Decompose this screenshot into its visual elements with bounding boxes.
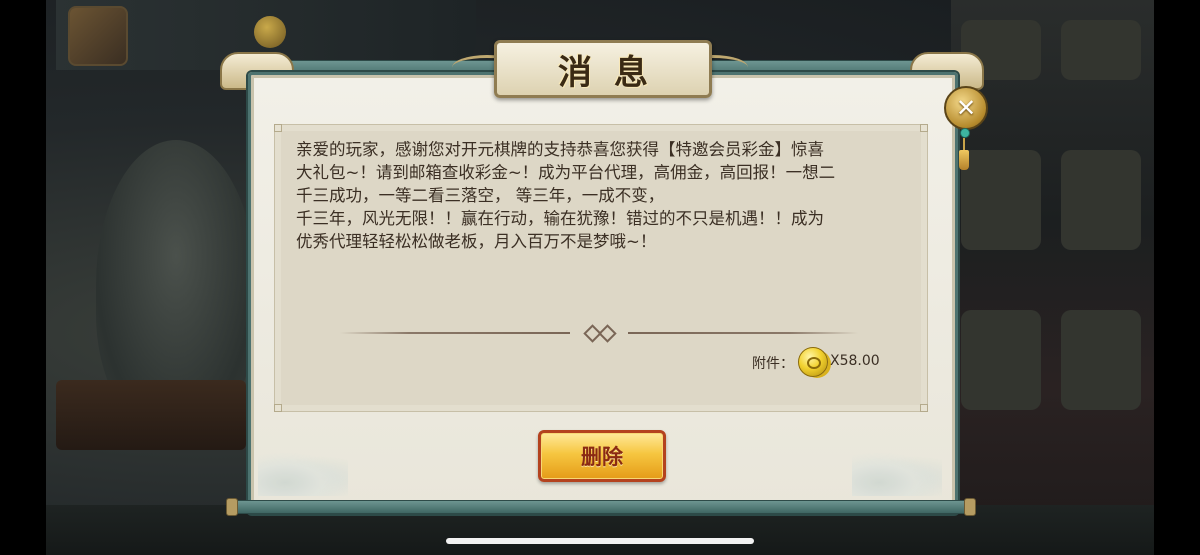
title-plaque: 消息 <box>494 40 712 98</box>
gold-coin-icon <box>798 347 828 377</box>
attachment-amount: X58.00 <box>830 353 880 369</box>
background-coin-icon <box>254 16 286 48</box>
background-tile <box>961 310 1041 410</box>
close-button[interactable]: ✕ <box>944 86 988 130</box>
dialog-title: 消息 <box>558 52 670 93</box>
cloud-ornament-left <box>258 452 348 496</box>
scroll-rod-end-right <box>964 498 976 516</box>
delete-button[interactable]: 删除 <box>538 430 666 482</box>
background-tile <box>1061 310 1141 410</box>
attachment-label: 附件： <box>752 356 794 372</box>
background-tile <box>961 150 1041 250</box>
dialog-frame-bottom <box>230 500 972 514</box>
home-indicator[interactable] <box>446 538 754 544</box>
background-avatar <box>68 6 128 66</box>
divider-right <box>628 332 858 334</box>
divider-ornament <box>583 323 617 343</box>
scroll-rod-end-left <box>226 498 238 516</box>
background-tile <box>1061 150 1141 250</box>
close-tassel <box>959 128 970 170</box>
background-tile <box>1061 20 1141 80</box>
background-banner <box>56 380 246 450</box>
cloud-ornament-right <box>852 452 942 496</box>
divider-left <box>340 332 570 334</box>
message-body: 亲爱的玩家，感谢您对开元棋牌的支持恭喜您获得【特邀会员彩金】惊喜 大礼包~！请到… <box>296 140 836 251</box>
close-icon: ✕ <box>955 94 977 122</box>
delete-button-label: 删除 <box>581 445 623 469</box>
